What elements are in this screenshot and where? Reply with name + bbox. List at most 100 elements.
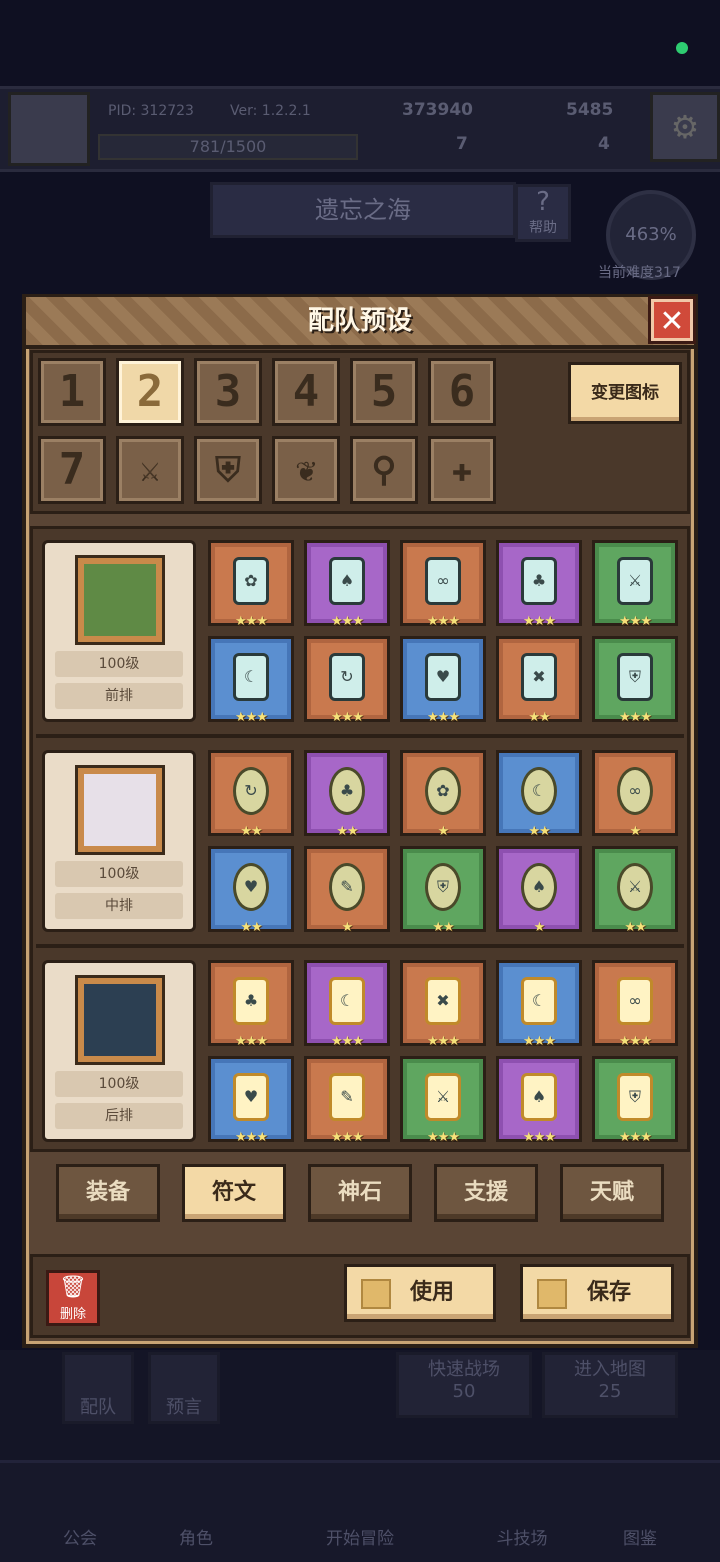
rune-slot[interactable]: ↻ ★★★ xyxy=(304,636,390,725)
rune-stars: ★★★ xyxy=(523,1034,556,1049)
preset-card[interactable]: 预言 xyxy=(148,1352,220,1424)
save-button[interactable]: 保存 xyxy=(520,1264,674,1322)
hero-portrait[interactable] xyxy=(75,975,165,1065)
nav-guild[interactable]: 公会 xyxy=(40,1524,120,1549)
rune-stars: ★★★ xyxy=(331,614,364,629)
team-card[interactable]: 配队 xyxy=(62,1352,134,1424)
tab-5[interactable]: 天赋 xyxy=(560,1164,664,1222)
rune-stars: ★ xyxy=(629,824,642,839)
rune-slot[interactable]: ⚔ ★★★ xyxy=(592,540,678,629)
rune-slot[interactable]: ⚔ ★★★ xyxy=(400,1056,486,1145)
rune-slot[interactable]: ♥ ★★ xyxy=(208,846,294,935)
rune-glyph: ⚔ xyxy=(435,1087,451,1106)
rune-gem-icon: ↻ xyxy=(233,767,269,815)
preset-slot-5[interactable]: 5 xyxy=(350,358,418,426)
help-icon: ? xyxy=(536,187,550,217)
use-button[interactable]: 使用 xyxy=(344,1264,496,1322)
rune-gem-icon: ♥ xyxy=(233,1073,269,1121)
preset-slot-1[interactable]: 1 xyxy=(38,358,106,426)
preset-slot-heart-wings-icon[interactable]: ❦ xyxy=(272,436,340,504)
hero-position: 前排 xyxy=(55,683,183,709)
enter-map-button[interactable]: 进入地图 25 xyxy=(542,1352,678,1418)
nav-character[interactable]: 角色 xyxy=(156,1524,236,1549)
rune-slot[interactable]: ⛨ ★★ xyxy=(400,846,486,935)
rune-slot[interactable]: ☾ ★★★ xyxy=(304,960,390,1049)
rune-slot[interactable]: ✿ ★★★ xyxy=(208,540,294,629)
rune-glyph: ☾ xyxy=(243,667,259,686)
rune-glyph: ♣ xyxy=(339,781,355,800)
rune-stars: ★★ xyxy=(528,710,550,725)
delete-button[interactable]: 🗑 删除 xyxy=(46,1270,100,1326)
rune-stars: ★ xyxy=(533,920,546,935)
preset-slot-2[interactable]: 2 xyxy=(116,358,184,426)
preset-slot-6[interactable]: 6 xyxy=(428,358,496,426)
rune-stars: ★★ xyxy=(240,824,262,839)
hero-level: 100级 xyxy=(55,651,183,677)
rune-slot[interactable]: ✿ ★ xyxy=(400,750,486,839)
preset-slot-shield-icon[interactable]: ⛨ xyxy=(194,436,262,504)
rune-gem-icon: ♣ xyxy=(233,977,269,1025)
rune-slot[interactable]: ✎ ★ xyxy=(304,846,390,935)
hero-portrait[interactable] xyxy=(75,765,165,855)
rune-glyph: ♥ xyxy=(243,1087,259,1106)
help-button[interactable]: ? 帮助 xyxy=(515,184,571,242)
preset-slot-sword-icon[interactable]: ⚔ xyxy=(116,436,184,504)
rune-slot[interactable]: ☾ ★★★ xyxy=(496,960,582,1049)
tab-4[interactable]: 支援 xyxy=(434,1164,538,1222)
rune-slot[interactable]: ⛨ ★★★ xyxy=(592,636,678,725)
rune-stars: ★★★ xyxy=(619,614,652,629)
rune-glyph: ✎ xyxy=(340,1087,354,1106)
hero-card[interactable]: 100级 后排 xyxy=(42,960,196,1142)
rune-slot[interactable]: ∞ ★★★ xyxy=(400,540,486,629)
hero-position: 中排 xyxy=(55,893,183,919)
preset-slot-7[interactable]: 7 xyxy=(38,436,106,504)
settings-gear-icon[interactable]: ⚙ xyxy=(650,92,720,162)
preset-slot-3[interactable]: 3 xyxy=(194,358,262,426)
quick-battle-button[interactable]: 快速战场 50 xyxy=(396,1352,532,1418)
tab-1[interactable]: 装备 xyxy=(56,1164,160,1222)
rune-slot[interactable]: ✖ ★★ xyxy=(496,636,582,725)
enter-map-label: 进入地图 xyxy=(574,1359,646,1380)
rune-slot[interactable]: ↻ ★★ xyxy=(208,750,294,839)
rune-stars: ★★★ xyxy=(427,1130,460,1145)
preset-slot-cross-icon[interactable]: ✚ xyxy=(428,436,496,504)
rune-slot[interactable]: ♣ ★★ xyxy=(304,750,390,839)
preset-slot-4[interactable]: 4 xyxy=(272,358,340,426)
rune-slot[interactable]: ♠ ★★★ xyxy=(304,540,390,629)
rune-slot[interactable]: ✖ ★★★ xyxy=(400,960,486,1049)
rune-slot[interactable]: ⛨ ★★★ xyxy=(592,1056,678,1145)
version-text: Ver: 1.2.2.1 xyxy=(230,103,311,119)
rune-gem-icon: ♥ xyxy=(425,653,461,701)
hero-card[interactable]: 100级 中排 xyxy=(42,750,196,932)
rune-gem-icon: ✖ xyxy=(425,977,461,1025)
rune-slot[interactable]: ♥ ★★★ xyxy=(208,1056,294,1145)
rune-slot[interactable]: ⚔ ★★ xyxy=(592,846,678,935)
rune-gem-icon: ⛨ xyxy=(617,653,653,701)
close-icon[interactable]: ✕ xyxy=(648,296,696,344)
player-avatar[interactable] xyxy=(8,92,90,166)
hero-card[interactable]: 100级前排 xyxy=(42,540,196,722)
rune-slot[interactable]: ∞ ★★★ xyxy=(592,960,678,1049)
nav-arena[interactable]: 斗技场 xyxy=(482,1524,562,1549)
rune-slot[interactable]: ☾ ★★ xyxy=(496,750,582,839)
preset-slot-staff-icon[interactable]: ⚲ xyxy=(350,436,418,504)
rune-slot[interactable]: ♥ ★★★ xyxy=(400,636,486,725)
rune-slot[interactable]: ♠ ★ xyxy=(496,846,582,935)
rune-slot[interactable]: ♣ ★★★ xyxy=(496,540,582,629)
nav-codex[interactable]: 图鉴 xyxy=(600,1524,680,1549)
tab-2[interactable]: 符文 xyxy=(182,1164,286,1222)
rune-gem-icon: ☾ xyxy=(233,653,269,701)
rune-slot[interactable]: ☾ ★★★ xyxy=(208,636,294,725)
rune-slot[interactable]: ∞ ★ xyxy=(592,750,678,839)
gem-count: 5485 xyxy=(566,100,614,120)
nav-start-adventure[interactable]: 开始冒险 xyxy=(300,1524,420,1549)
rune-slot[interactable]: ♣ ★★★ xyxy=(208,960,294,1049)
tab-3[interactable]: 神石 xyxy=(308,1164,412,1222)
rune-gem-icon: ∞ xyxy=(617,767,653,815)
map-name-banner[interactable]: 遗忘之海 xyxy=(210,182,516,238)
hero-portrait[interactable] xyxy=(75,555,165,645)
rune-slot[interactable]: ♠ ★★★ xyxy=(496,1056,582,1145)
rune-slot[interactable]: ✎ ★★★ xyxy=(304,1056,390,1145)
change-icon-button[interactable]: 变更图标 xyxy=(568,362,682,424)
rune-glyph: ♣ xyxy=(243,991,259,1010)
